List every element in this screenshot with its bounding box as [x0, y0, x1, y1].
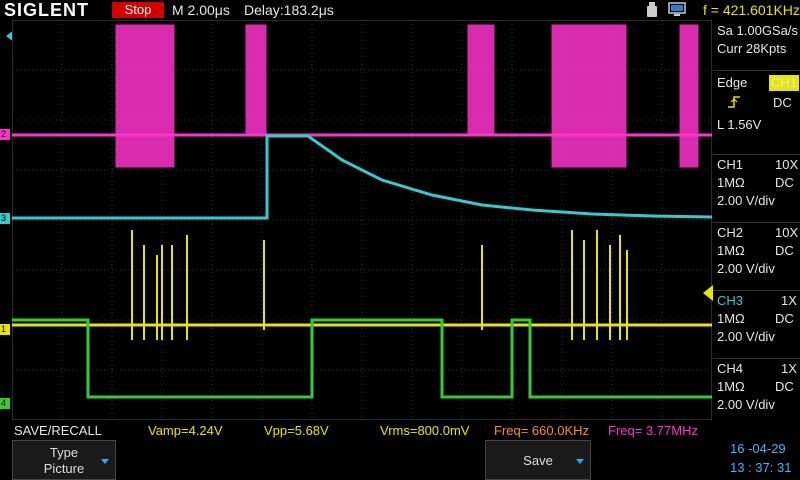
top-status-bar: SIGLENT Stop M 2.00μs Delay:183.2μs f = …	[0, 0, 800, 20]
freq-measurement-1: Freq= 660.0KHz	[494, 423, 590, 438]
ch2-label: CH2	[717, 225, 744, 240]
trigger-type: Edge	[717, 75, 748, 90]
vrms-measurement: Vrms=800.0mV	[380, 423, 470, 438]
pc-connection-icon	[668, 2, 686, 16]
ch1-coupling: DC	[775, 175, 794, 190]
ch1-marker-label: 1	[1, 324, 7, 334]
trigger-position-marker	[6, 31, 12, 41]
ch4-scale: 2.00 V/div	[717, 397, 775, 412]
info-side-panel: Sa 1.00GSa/s Curr 28Kpts Edge CH1 DC L 1…	[703, 20, 800, 421]
ch3-marker-label: 3	[1, 213, 7, 223]
trigger-coupling: DC	[773, 95, 792, 110]
ch3-probe: 1X	[781, 293, 797, 308]
timebase-readout: M 2.00μs	[172, 2, 230, 18]
ch2-panel[interactable]: CH2 10X 1MΩ DC 2.00 V/div	[713, 222, 800, 291]
rising-edge-icon	[728, 96, 740, 108]
type-softkey-value: Picture	[43, 461, 85, 476]
ch1-panel[interactable]: CH1 10X 1MΩ DC 2.00 V/div	[713, 154, 800, 223]
ch3-coupling: DC	[775, 311, 794, 326]
ch3-scale: 2.00 V/div	[717, 329, 775, 344]
trigger-level: L 1.56V	[717, 117, 762, 132]
run-stop-status[interactable]: Stop	[112, 2, 164, 18]
ch2-marker-label: 2	[1, 129, 7, 139]
ch4-impedance: 1MΩ	[717, 379, 745, 394]
ch4-coupling: DC	[775, 379, 794, 394]
save-softkey-label: Save	[523, 453, 553, 468]
time-readout: 13 : 37: 31	[730, 460, 792, 475]
ch2-coupling: DC	[775, 243, 794, 258]
ch4-probe: 1X	[781, 361, 797, 376]
ch3-impedance: 1MΩ	[717, 311, 745, 326]
memory-depth-readout: Curr 28Kpts	[717, 41, 787, 56]
ch4-label: CH4	[717, 361, 744, 376]
save-softkey[interactable]: Save	[485, 440, 591, 480]
trigger-panel[interactable]: Edge CH1 DC L 1.56V	[713, 70, 800, 155]
ch3-panel[interactable]: CH3 1X 1MΩ DC 2.00 V/div	[703, 285, 800, 359]
brand-logo: SIGLENT	[4, 0, 90, 20]
ch2-probe: 10X	[775, 225, 799, 240]
waveform-display[interactable]	[12, 20, 712, 420]
usb-icon	[647, 2, 657, 17]
ch1-impedance: 1MΩ	[717, 175, 745, 190]
ch3-label: CH3	[717, 293, 744, 308]
ch4-trace	[12, 318, 712, 399]
trigger-level-marker	[703, 285, 713, 301]
freq-measurement-2: Freq= 3.77MHz	[608, 423, 698, 438]
ch1-probe: 10X	[775, 157, 799, 172]
ch2-impedance: 1MΩ	[717, 243, 745, 258]
type-softkey-title: Type	[49, 445, 79, 460]
waveform-canvas	[12, 20, 712, 420]
ch1-label: CH1	[717, 157, 744, 172]
ch4-panel[interactable]: CH4 1X 1MΩ DC 2.00 V/div	[713, 358, 800, 421]
date-readout: 16 -04-29	[730, 441, 786, 456]
trigger-source: CH1	[769, 75, 800, 91]
chevron-down-icon	[576, 459, 584, 464]
chevron-down-icon	[101, 459, 109, 464]
vamp-measurement: Vamp=4.24V	[148, 423, 223, 438]
delay-readout: Delay:183.2μs	[244, 2, 334, 18]
vpp-measurement: Vpp=5.68V	[264, 423, 329, 438]
ch2-scale: 2.00 V/div	[717, 261, 775, 276]
trigger-frequency-readout: f = 421.601KHz	[703, 2, 800, 18]
type-softkey[interactable]: Type Picture	[12, 440, 116, 480]
ch4-marker-label: 4	[1, 398, 7, 408]
menu-title: SAVE/RECALL	[14, 423, 102, 438]
sample-rate-readout: Sa 1.00GSa/s	[717, 23, 798, 38]
ch1-scale: 2.00 V/div	[717, 193, 775, 208]
